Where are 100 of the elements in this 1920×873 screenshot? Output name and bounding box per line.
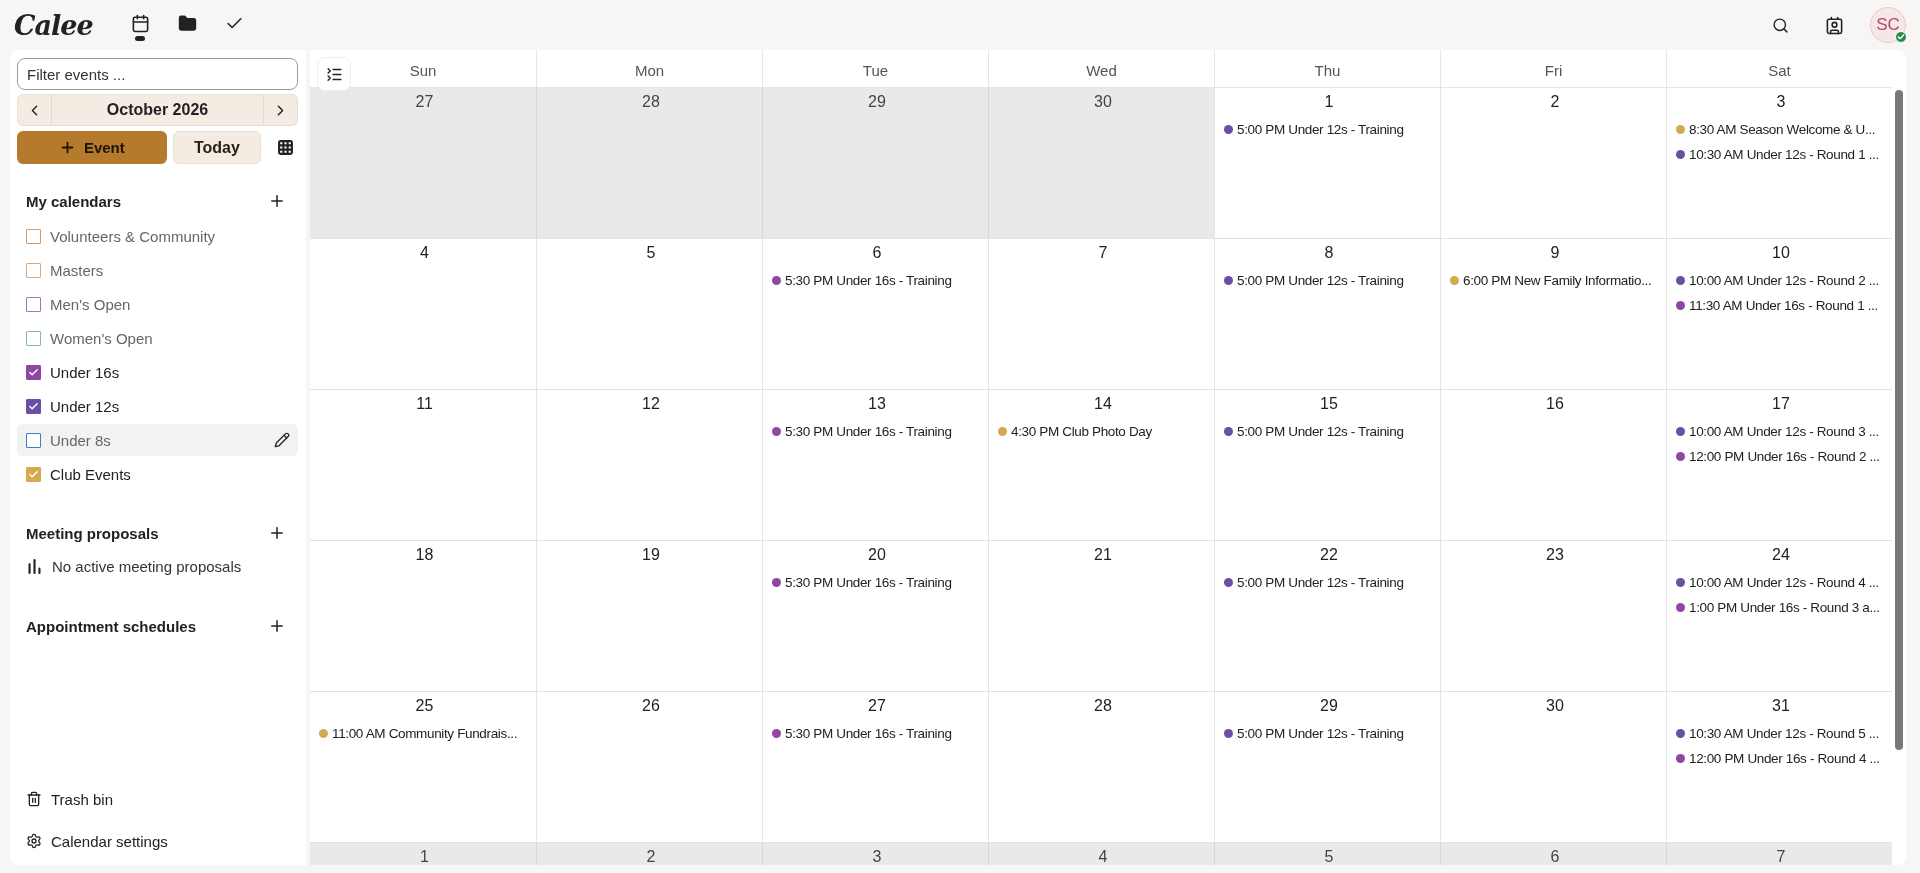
date-number: 23 [1546, 546, 1564, 564]
date-number: 15 [1320, 395, 1338, 413]
pencil-icon[interactable] [274, 432, 290, 448]
calendar-list-item[interactable]: Volunteers & Community [17, 220, 298, 252]
day-cell[interactable]: 6 [1440, 843, 1666, 865]
date-number: 10 [1772, 244, 1790, 262]
calendar-checkbox[interactable] [26, 364, 41, 380]
calendar-list-item[interactable]: Masters [17, 254, 298, 286]
day-cell[interactable]: 5 [1214, 843, 1440, 865]
calendar-event[interactable]: 5:30 PM Under 16s - Training [772, 725, 982, 742]
day-cell[interactable]: 29 [762, 88, 988, 238]
calendar-list-item[interactable]: Under 16s [17, 356, 298, 388]
calendar-event[interactable]: 5:00 PM Under 12s - Training [1224, 423, 1434, 440]
day-cell[interactable]: 7 [1666, 843, 1892, 865]
calendar-event[interactable]: 11:30 AM Under 16s - Round 1 ... [1676, 297, 1886, 314]
date-number: 7 [1776, 848, 1786, 865]
calendar-checkbox[interactable] [26, 466, 41, 482]
date-number: 8 [1324, 244, 1334, 262]
date-number: 29 [868, 93, 886, 111]
calendar-checkbox[interactable] [26, 432, 41, 448]
user-avatar[interactable]: SC [1870, 7, 1906, 43]
date-number: 26 [642, 697, 660, 715]
date-number: 12 [642, 395, 660, 413]
date-number: 31 [1772, 697, 1790, 715]
section-title: Appointment schedules [26, 617, 197, 635]
date-number: 19 [642, 546, 660, 564]
calendar-event[interactable]: 4:30 PM Club Photo Day [998, 423, 1208, 440]
day-cell[interactable]: 1 [310, 843, 536, 865]
calendar-checkbox[interactable] [26, 296, 41, 312]
trash-bin-link[interactable]: Trash bin [17, 785, 298, 813]
calendar-event[interactable]: 5:00 PM Under 12s - Training [1224, 272, 1434, 289]
filter-events-field[interactable]: Filter events ... [17, 58, 298, 90]
date-number: 5 [646, 244, 656, 262]
date-number: 5 [1324, 848, 1334, 865]
date-number: 21 [1094, 546, 1112, 564]
date-number: 28 [642, 93, 660, 111]
date-number: 30 [1546, 697, 1564, 715]
day-cell[interactable]: 30 [988, 88, 1214, 238]
calendar-event[interactable]: 8:30 AM Season Welcome & U... [1676, 121, 1886, 138]
day-cell[interactable]: 27 [310, 88, 536, 238]
check-icon [28, 366, 39, 378]
calendar-event[interactable]: 5:30 PM Under 16s - Training [772, 574, 982, 591]
day-cell[interactable]: 2 [536, 843, 762, 865]
calendar-event[interactable]: 1:00 PM Under 16s - Round 3 a... [1676, 599, 1886, 616]
day-cell[interactable]: 3 [762, 843, 988, 865]
calendar-list-item[interactable]: Women's Open [17, 322, 298, 354]
list-collapse-icon [325, 65, 343, 83]
day-cell[interactable]: 4 [988, 843, 1214, 865]
date-number: 3 [1776, 93, 1786, 111]
date-number: 18 [415, 546, 434, 564]
check-icon [28, 468, 39, 480]
calendar-event[interactable]: 12:00 PM Under 16s - Round 2 ... [1676, 448, 1886, 465]
calendar-settings-link[interactable]: Calendar settings [17, 827, 298, 855]
calendar-event[interactable]: 10:00 AM Under 12s - Round 2 ... [1676, 272, 1886, 289]
date-number: 13 [868, 395, 886, 413]
date-number: 30 [1094, 93, 1112, 111]
scrollbar-thumb[interactable] [1895, 90, 1903, 750]
calendar-event[interactable]: 12:00 PM Under 16s - Round 4 ... [1676, 750, 1886, 767]
date-number: 25 [415, 697, 434, 715]
calendar-event[interactable]: 5:00 PM Under 12s - Training [1224, 121, 1434, 138]
date-number: 3 [872, 848, 882, 865]
calendar-event[interactable]: 5:00 PM Under 12s - Training [1224, 574, 1434, 591]
calendar-checkbox[interactable] [26, 228, 41, 244]
calendar-icon [130, 13, 150, 33]
calendar-event[interactable]: 10:30 AM Under 12s - Round 5 ... [1676, 725, 1886, 742]
today-button[interactable]: Today [172, 131, 261, 164]
calendar-event[interactable]: 10:30 AM Under 12s - Round 1 ... [1676, 146, 1886, 163]
calendar-event[interactable]: 5:00 PM Under 12s - Training [1224, 725, 1434, 742]
date-number: 1 [1324, 93, 1334, 111]
date-number: 28 [1094, 697, 1112, 715]
date-number: 2 [646, 848, 656, 865]
date-number: 27 [415, 93, 434, 111]
calendar-event[interactable]: 11:00 AM Community Fundrais... [319, 725, 530, 742]
calendar-list-item[interactable]: Club Events [17, 458, 298, 490]
new-event-button[interactable]: Event [17, 131, 167, 164]
calendar-event[interactable]: 5:30 PM Under 16s - Training [772, 423, 982, 440]
date-number: 9 [1550, 244, 1560, 262]
weekday-header: Sat [1768, 61, 1791, 81]
calendar-event[interactable]: 10:00 AM Under 12s - Round 3 ... [1676, 423, 1886, 440]
calendar-checkbox[interactable] [26, 398, 41, 414]
calendar-event[interactable]: 10:00 AM Under 12s - Round 4 ... [1676, 574, 1886, 591]
date-number: 11 [416, 395, 433, 413]
sidebar-toggle-button[interactable] [317, 57, 351, 91]
calendar-list-item[interactable]: Under 8s [17, 424, 298, 456]
settings-icon [26, 833, 42, 849]
month-label: October 2026 [105, 100, 210, 120]
section-title: Meeting proposals [26, 524, 159, 542]
date-number: 16 [1546, 395, 1564, 413]
folder-icon [177, 13, 197, 33]
calendar-event[interactable]: 5:30 PM Under 16s - Training [772, 272, 982, 289]
active-indicator [135, 35, 146, 41]
date-number: 22 [1320, 546, 1338, 564]
date-number: 20 [868, 546, 886, 564]
calendar-event[interactable]: 6:00 PM New Family Informatio... [1450, 272, 1660, 289]
calendar-list-item[interactable]: Under 12s [17, 390, 298, 422]
calendar-list-item[interactable]: Men's Open [17, 288, 298, 320]
calendar-checkbox[interactable] [26, 330, 41, 346]
day-cell[interactable]: 28 [536, 88, 762, 238]
calendar-checkbox[interactable] [26, 262, 41, 278]
date-number: 27 [868, 697, 886, 715]
